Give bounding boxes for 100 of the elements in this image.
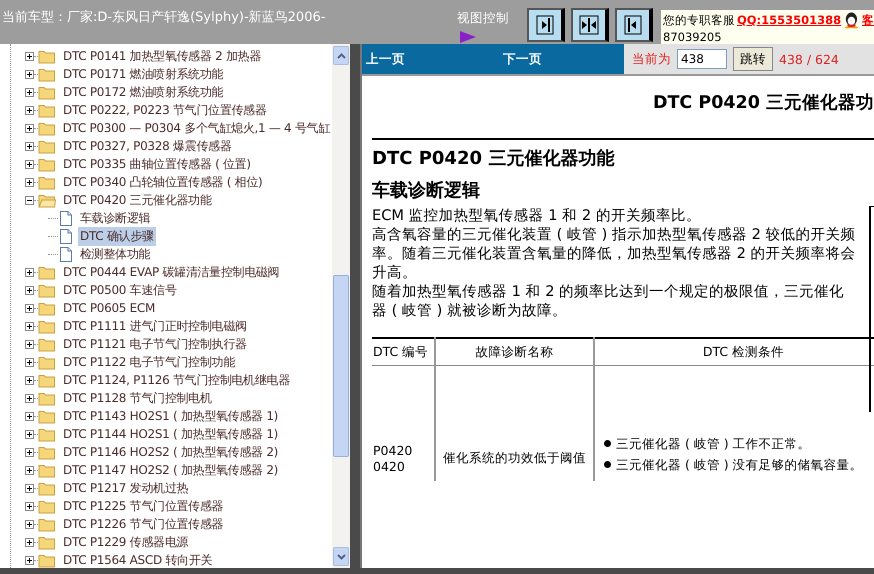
folder-icon [38,336,56,352]
tree-item[interactable]: DTC P1121 电子节气门控制执行器 [61,334,249,354]
expand-icon[interactable] [25,106,34,114]
expand-icon[interactable] [25,268,34,276]
current-vehicle-title: 当前车型：厂家:D-东风日产轩逸(Sylphy)-新蓝鸟2006- [2,9,326,26]
expand-icon[interactable] [25,538,34,546]
folder-icon [38,498,56,514]
scroll-down-button[interactable] [333,547,349,566]
tree-item[interactable]: DTC 确认步骤 [78,226,156,246]
folder-icon [38,174,56,190]
expand-icon[interactable] [25,160,34,168]
tree-item[interactable]: DTC P0300 — P0304 多个气缸熄火,1 — 4 号气缸 [60,118,332,138]
expand-left-button[interactable] [615,8,653,42]
tree-item[interactable]: DTC P0500 车速信号 [61,280,178,300]
tree-item[interactable]: 检测整体功能 [78,244,152,264]
tree-item[interactable]: DTC P0420 三元催化器功能 [61,190,214,210]
section-heading: 车载诊断逻辑 [372,179,481,202]
folder-icon [38,462,56,478]
expand-icon[interactable] [25,502,34,510]
expand-icon[interactable] [25,70,34,78]
service-label: 您的专职客服 [663,12,735,28]
page-count: 438 / 624 [779,52,839,66]
expand-icon[interactable] [25,142,34,150]
page-input[interactable]: 438 [677,49,727,69]
tree-item[interactable]: DTC P1225 节气门位置传感器 [61,496,226,516]
expand-icon[interactable] [25,304,34,312]
tree-item[interactable]: DTC P1226 节气门位置传感器 [61,514,226,534]
scroll-up-button[interactable] [333,46,349,65]
view-control-label: 视图控制 [457,10,510,27]
previous-page-link[interactable]: 上一页 [366,50,405,68]
tree-item[interactable]: DTC P0222, P0223 节气门位置传感器 [61,100,269,120]
tree-item[interactable]: DTC P0335 曲轴位置传感器 ( 位置) [61,154,253,174]
split-view-button[interactable] [571,8,609,42]
document-title: DTC P0420 三元催化器功能 [372,147,616,170]
expand-icon[interactable] [25,394,34,402]
folder-icon [38,426,56,442]
tree-item[interactable]: DTC P1147 HO2S2 ( 加热型氧传感器 2) [61,460,280,480]
column-header: DTC 检测条件 [594,338,874,366]
expand-icon[interactable] [25,466,34,474]
tree-item[interactable]: DTC P1122 电子节气门控制功能 [61,352,237,372]
tree-item[interactable]: DTC P1128 节气门控制电机 [61,388,214,408]
paragraph: ECM 监控加热型氧传感器 1 和 2 的开关频率比。 [372,206,702,225]
tree-item[interactable]: DTC P0327, P0328 爆震传感器 [61,136,234,156]
table-cell-text: 三元催化器 ( 岐管 ) 工作不正常。 [616,435,811,453]
folder-icon [38,66,56,82]
tree-item[interactable]: DTC P1143 HO2S1 ( 加热型氧传感器 1) [61,406,280,426]
document-icon [60,228,72,244]
tree-item[interactable]: DTC P1217 发动机过热 [61,478,190,498]
next-page-link[interactable]: 下一页 [503,50,542,68]
collapse-icon[interactable] [25,196,34,204]
expand-icon[interactable] [25,520,34,528]
expand-icon[interactable] [25,88,34,96]
service-link[interactable]: 客 [862,12,874,28]
tree-item[interactable]: DTC P0444 EVAP 碳罐清洁量控制电磁阀 [61,262,282,282]
arrows-inward-icon [578,14,600,36]
folder-icon [38,552,56,568]
tree-item[interactable]: DTC P1144 HO2S1 ( 加热型氧传感器 1) [61,424,280,444]
expand-icon[interactable] [25,556,34,564]
tree-item[interactable]: DTC P0340 凸轮轴位置传感器 ( 相位) [61,172,264,192]
expand-icon[interactable] [25,52,34,60]
scrollbar-thumb[interactable] [333,275,349,457]
jump-button[interactable]: 跳转 [733,47,773,71]
expand-icon[interactable] [25,430,34,438]
tree-item[interactable]: DTC P1146 HO2S2 ( 加热型氧传感器 2) [61,442,280,462]
triangle-icon [459,30,477,44]
expand-icon[interactable] [25,448,34,456]
folder-icon [38,264,56,280]
tree-item[interactable]: DTC P0172 燃油喷射系统功能 [61,82,226,102]
expand-icon[interactable] [25,358,34,366]
expand-icon[interactable] [25,286,34,294]
expand-icon[interactable] [25,178,34,186]
tree-item[interactable]: DTC P0171 燃油喷射系统功能 [61,64,226,84]
folder-icon [38,408,56,424]
table-cell: 催化系统的功效低于阈值 [443,450,586,465]
folder-icon [38,354,56,370]
tree-item[interactable]: DTC P0141 加热型氧传感器 2 加热器 [61,46,264,66]
folder-icon [38,102,56,118]
folder-icon [38,300,56,316]
folder-icon [38,534,56,550]
column-header: DTC 编号 [372,338,435,366]
paragraph: 随着加热型氧传感器 1 和 2 的频率比达到一个规定的极限值，三元催化器 ( 岐管 ) 就被诊断为故障。 [372,282,846,320]
expand-icon[interactable] [25,340,34,348]
tree-item[interactable]: DTC P1111 进气门正时控制电磁阀 [61,316,249,336]
expand-right-button[interactable] [527,8,565,42]
penguin-icon [843,11,860,29]
expand-icon[interactable] [25,322,34,330]
folder-icon [38,516,56,532]
tree-item[interactable]: DTC P1124, P1126 节气门控制电机继电器 [61,370,292,390]
expand-icon[interactable] [25,124,34,132]
tree-item[interactable]: 车载诊断逻辑 [78,208,152,228]
page-header: DTC P0420 三元催化器功 [652,92,874,114]
expand-icon[interactable] [25,412,34,420]
tree-item[interactable]: DTC P0605 ECM [61,300,158,316]
expand-icon[interactable] [25,484,34,492]
tree-item[interactable]: DTC P1229 传感器电源 [61,532,190,552]
bullet-icon [604,440,611,447]
expand-icon[interactable] [25,376,34,384]
tree-item[interactable]: DTC P1564 ASCD 转向开关 [61,550,214,568]
qq-link[interactable]: QQ:1553501388 [737,13,842,27]
chevron-down-icon [336,554,346,560]
